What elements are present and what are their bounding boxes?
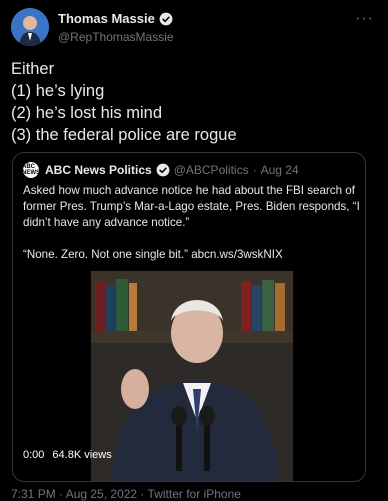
verified-badge-icon [156, 163, 170, 177]
tweet-timestamp[interactable]: 7:31 PM · Aug 25, 2022 · Twitter for iPh… [11, 487, 241, 501]
author-handle[interactable]: @RepThomasMassie [58, 28, 174, 46]
quote-author-handle[interactable]: @ABCPolitics [174, 163, 249, 177]
avatar[interactable] [11, 8, 49, 46]
tweet-line: Either [11, 60, 55, 78]
quote-text: Asked how much advance notice he had abo… [23, 183, 360, 263]
more-options-icon[interactable]: ··· [355, 10, 374, 28]
verified-badge-icon [159, 12, 173, 26]
separator-dot: · [252, 163, 257, 177]
quote-line: didn’t have any advance notice.” [23, 216, 190, 229]
video-timestamp: 0:00 [23, 449, 45, 461]
abc-news-logo[interactable]: ABC NEWS [22, 162, 40, 178]
author-info: Thomas Massie @RepThomasMassie [58, 10, 174, 46]
quote-author-name[interactable]: ABC News Politics [45, 163, 152, 177]
tweet-line: (1) he’s lying [11, 82, 105, 100]
quote-date[interactable]: Aug 24 [261, 163, 299, 177]
quote-line: Asked how much advance notice he had abo… [23, 184, 355, 197]
tweet-line: (3) the federal police are rogue [11, 126, 237, 144]
quoted-tweet[interactable]: ABC NEWS ABC News Politics @ABCPolitics … [12, 152, 366, 482]
quote-header: ABC NEWS ABC News Politics @ABCPolitics … [22, 162, 299, 178]
tweet-text: Either (1) he’s lying (2) he’s lost his … [11, 58, 381, 146]
video-player[interactable] [91, 271, 293, 481]
quote-line: former Pres. Trump’s Mar-a-Lago estate, … [23, 200, 360, 213]
author-name[interactable]: Thomas Massie [58, 10, 155, 28]
view-count: 64.8K views [52, 449, 112, 461]
tweet-line: (2) he’s lost his mind [11, 104, 163, 122]
quote-line: “None. Zero. Not one single bit.” abcn.w… [23, 248, 283, 261]
video-frame [91, 271, 293, 481]
video-stats: 0:00 64.8K views [23, 449, 112, 461]
tweet: Thomas Massie @RepThomasMassie ··· Eithe… [0, 0, 388, 501]
